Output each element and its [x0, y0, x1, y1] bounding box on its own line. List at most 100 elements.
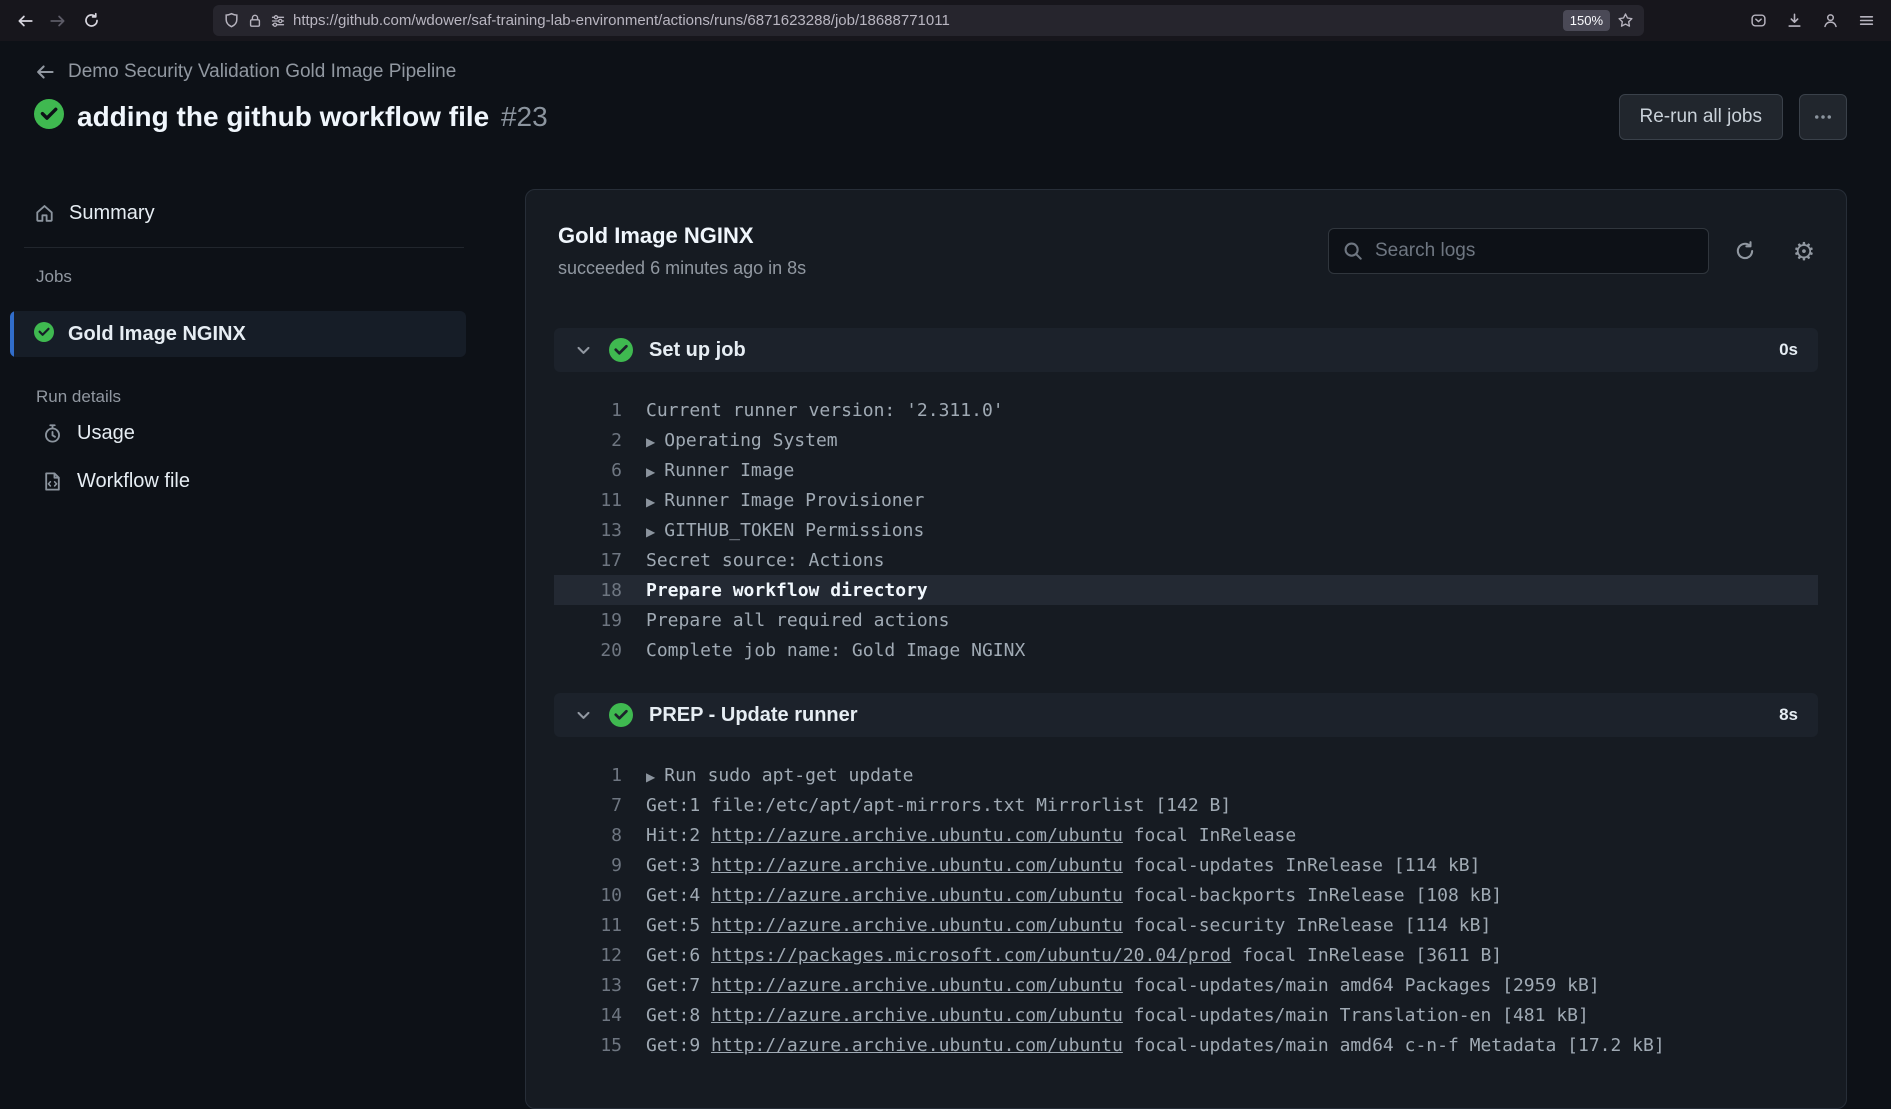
- account-person-icon: [1822, 12, 1839, 29]
- log-group-header[interactable]: Set up job0s: [554, 328, 1818, 372]
- back-arrow-icon[interactable]: [34, 61, 56, 83]
- job-title: Gold Image NGINX: [558, 223, 754, 249]
- download-icon: [1786, 12, 1803, 29]
- success-check-icon: [34, 99, 64, 134]
- log-line-number[interactable]: 17: [554, 550, 622, 571]
- log-line-row: 17 Secret source: Actions: [554, 545, 1818, 575]
- log-line-number[interactable]: 15: [554, 1035, 622, 1056]
- sidebar-usage-label: Usage: [77, 422, 135, 445]
- check-circle-icon: [609, 338, 633, 362]
- chevron-down-icon[interactable]: [574, 706, 593, 725]
- job-status-line: succeeded 6 minutes ago in 8s: [558, 258, 806, 279]
- log-line-row: 20 Complete job name: Gold Image NGINX: [554, 635, 1818, 665]
- log-url-link[interactable]: https://packages.microsoft.com/ubuntu/20…: [711, 945, 1231, 966]
- log-line-number[interactable]: 19: [554, 610, 622, 631]
- log-line-row: 6 ▶Runner Image: [554, 455, 1818, 485]
- browser-forward-button[interactable]: [43, 6, 73, 36]
- log-line-number[interactable]: 9: [554, 855, 622, 876]
- log-text-segment: Prepare all required actions: [646, 610, 949, 631]
- downloads-button[interactable]: [1779, 6, 1809, 36]
- more-options-button[interactable]: [1799, 94, 1847, 140]
- refresh-logs-button[interactable]: [1722, 228, 1768, 274]
- log-url-link[interactable]: http://azure.archive.ubuntu.com/ubuntu: [711, 1035, 1123, 1056]
- log-line-number[interactable]: 18: [554, 580, 622, 601]
- browser-url-bar[interactable]: https://github.com/wdower/saf-training-l…: [213, 5, 1644, 36]
- log-line-row: 10Get:4 http://azure.archive.ubuntu.com/…: [554, 880, 1818, 910]
- log-line-number[interactable]: 1: [554, 400, 622, 421]
- log-url-link[interactable]: http://azure.archive.ubuntu.com/ubuntu: [711, 825, 1123, 846]
- log-text-segment: Complete job name: Gold Image NGINX: [646, 640, 1025, 661]
- breadcrumb[interactable]: Demo Security Validation Gold Image Pipe…: [34, 61, 456, 83]
- check-circle-icon: [34, 99, 64, 129]
- lock-icon[interactable]: [247, 13, 263, 29]
- account-button[interactable]: [1815, 6, 1845, 36]
- check-circle-icon: [34, 322, 54, 342]
- log-url-link[interactable]: http://azure.archive.ubuntu.com/ubuntu: [711, 975, 1123, 996]
- github-actions-run-page: Demo Security Validation Gold Image Pipe…: [0, 41, 1891, 1043]
- run-number: #23: [501, 101, 548, 132]
- log-line-row: 15 Get:9 http://azure.archive.ubuntu.com/…: [554, 1030, 1818, 1060]
- zoom-level-badge[interactable]: 150%: [1563, 10, 1610, 31]
- log-text-segment: Get:7: [646, 975, 711, 996]
- log-line-number[interactable]: 14: [554, 1005, 622, 1026]
- expand-triangle-icon[interactable]: ▶: [646, 770, 655, 784]
- pocket-save-button[interactable]: [1743, 6, 1773, 36]
- log-line-number[interactable]: 20: [554, 640, 622, 661]
- browser-back-button[interactable]: [10, 6, 40, 36]
- stopwatch-icon: [42, 423, 63, 444]
- sidebar-job-label: Gold Image NGINX: [68, 323, 246, 346]
- search-logs-field: [1328, 228, 1709, 274]
- permissions-sliders-icon[interactable]: [270, 13, 286, 29]
- log-line-text: Current runner version: '2.311.0': [646, 400, 1004, 421]
- sidebar-item-summary[interactable]: Summary: [34, 191, 155, 235]
- log-line-text: Get:1 file:/etc/apt/apt-mirrors.txt Mirr…: [646, 795, 1231, 816]
- log-line-text: Get:5 http://azure.archive.ubuntu.com/ub…: [646, 915, 1491, 936]
- log-line-number[interactable]: 13: [554, 975, 622, 996]
- log-line-text: Get:9 http://azure.archive.ubuntu.com/ub…: [646, 1035, 1665, 1056]
- browser-reload-button[interactable]: [76, 6, 106, 36]
- log-line-number[interactable]: 10: [554, 885, 622, 906]
- menu-button[interactable]: [1851, 6, 1881, 36]
- log-text-segment: Get:5: [646, 915, 711, 936]
- log-url-link[interactable]: http://azure.archive.ubuntu.com/ubuntu: [711, 915, 1123, 936]
- expand-triangle-icon[interactable]: ▶: [646, 465, 655, 479]
- workflow-name-link[interactable]: Demo Security Validation Gold Image Pipe…: [68, 61, 456, 83]
- log-text-segment: focal-updates/main Translation-en [481 k…: [1123, 1005, 1589, 1026]
- log-line-number[interactable]: 1: [554, 765, 622, 786]
- log-line-number[interactable]: 7: [554, 795, 622, 816]
- kebab-dots-icon: [1813, 107, 1833, 127]
- tracking-protection-shield-icon[interactable]: [223, 12, 240, 29]
- log-line-number[interactable]: 8: [554, 825, 622, 846]
- log-url-link[interactable]: http://azure.archive.ubuntu.com/ubuntu: [711, 1005, 1123, 1026]
- rerun-all-jobs-button[interactable]: Re-run all jobs: [1619, 94, 1784, 140]
- log-line-row: 19 Prepare all required actions: [554, 605, 1818, 635]
- log-url-link[interactable]: http://azure.archive.ubuntu.com/ubuntu: [711, 885, 1123, 906]
- log-text-segment: Secret source: Actions: [646, 550, 884, 571]
- log-line-number[interactable]: 11: [554, 915, 622, 936]
- url-text[interactable]: https://github.com/wdower/saf-training-l…: [293, 12, 1556, 29]
- search-logs-input[interactable]: [1328, 228, 1709, 274]
- expand-triangle-icon[interactable]: ▶: [646, 525, 655, 539]
- log-line-text: Complete job name: Gold Image NGINX: [646, 640, 1025, 661]
- bookmark-star-icon[interactable]: [1617, 12, 1634, 29]
- log-text-segment: Operating System: [664, 430, 837, 451]
- log-settings-button[interactable]: ⚙: [1781, 228, 1827, 274]
- browser-chrome: https://github.com/wdower/saf-training-l…: [0, 0, 1891, 41]
- log-url-link[interactable]: http://azure.archive.ubuntu.com/ubuntu: [711, 855, 1123, 876]
- log-group-header[interactable]: PREP - Update runner8s: [554, 693, 1818, 737]
- log-text-segment: Get:6: [646, 945, 711, 966]
- log-line-text: ▶Runner Image: [646, 460, 794, 481]
- sidebar-item-usage[interactable]: Usage: [42, 411, 135, 455]
- log-line-number[interactable]: 13: [554, 520, 622, 541]
- log-line-number[interactable]: 2: [554, 430, 622, 451]
- expand-triangle-icon[interactable]: ▶: [646, 435, 655, 449]
- log-text-segment: focal-security InRelease [114 kB]: [1123, 915, 1491, 936]
- sidebar-item-job-gold-image-nginx[interactable]: Gold Image NGINX: [10, 311, 466, 357]
- expand-triangle-icon[interactable]: ▶: [646, 495, 655, 509]
- log-line-number[interactable]: 12: [554, 945, 622, 966]
- chevron-down-icon[interactable]: [574, 341, 593, 360]
- log-line-number[interactable]: 11: [554, 490, 622, 511]
- log-line-number[interactable]: 6: [554, 460, 622, 481]
- sidebar-item-workflow-file[interactable]: Workflow file: [42, 459, 190, 503]
- job-success-check-icon: [34, 322, 54, 347]
